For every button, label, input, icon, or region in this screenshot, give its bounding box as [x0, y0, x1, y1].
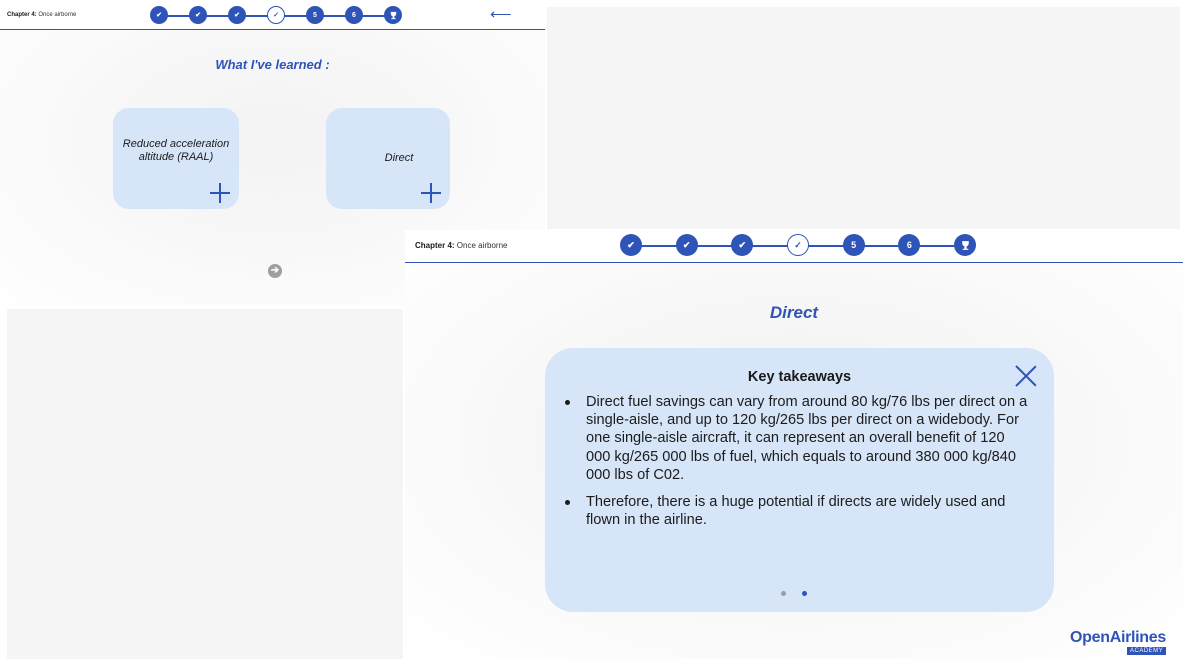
direct-panel: Chapter 4: Once airborne ✔ ✔ ✔ ✓ 5 6 Direct K…	[405, 230, 1183, 659]
list-item: Direct fuel savings can vary from around…	[562, 393, 1032, 484]
pagination-dot[interactable]	[781, 591, 786, 596]
logo-name: OpenAirlines	[1070, 629, 1166, 646]
screenshot-canvas: Chapter 4: Once airborne ✔ ✔ ✔ ✓ 5 6 ⟵ What I…	[0, 0, 1183, 659]
check-icon[interactable]: ✔	[150, 6, 168, 24]
check-icon[interactable]: ✔	[675, 234, 698, 256]
progress-stepper: ✔ ✔ ✔ ✓ 5 6	[620, 234, 976, 256]
step-number[interactable]: 6	[345, 6, 363, 24]
step-current-icon[interactable]: ✓	[787, 234, 809, 256]
plus-icon[interactable]	[210, 183, 230, 203]
blank-panel-bottom-left	[7, 309, 403, 659]
chapter-name: Once airborne	[456, 241, 508, 250]
trophy-icon[interactable]	[954, 234, 976, 256]
plus-icon[interactable]	[421, 183, 441, 203]
arrow-right-circle-icon[interactable]: ➔	[268, 264, 282, 278]
modal-heading: Key takeaways	[747, 369, 852, 385]
chapter-name: Once airborne	[38, 12, 77, 18]
arrow-left-icon[interactable]: ⟵	[490, 7, 512, 22]
page-title: What I've learned :	[215, 57, 330, 72]
page-title: Direct	[769, 303, 819, 322]
check-icon[interactable]: ✔	[731, 234, 754, 256]
check-icon[interactable]: ✔	[228, 6, 246, 24]
chapter-label: Chapter 4:	[415, 241, 455, 250]
learned-card-raal[interactable]: Reduced acceleration altitude (RAAL)	[113, 108, 239, 209]
learned-card-direct[interactable]: Direct	[326, 108, 450, 209]
takeaway-list: Direct fuel savings can vary from around…	[562, 393, 1032, 538]
chapter-label: Chapter 4:	[7, 12, 37, 18]
progress-stepper: ✔ ✔ ✔ ✓ 5 6	[150, 6, 402, 24]
pagination-dot-active[interactable]	[802, 591, 807, 596]
step-number[interactable]: 5	[842, 234, 865, 256]
list-item: Therefore, there is a huge potential if …	[562, 493, 1032, 529]
chapter-title: Chapter 4: Once airborne	[415, 241, 508, 250]
trophy-icon[interactable]	[384, 6, 402, 24]
chapter-title: Chapter 4: Once airborne	[7, 12, 76, 18]
key-takeaways-modal: Key takeaways Direct fuel savings can va…	[545, 348, 1054, 612]
step-number[interactable]: 5	[306, 6, 324, 24]
openairlines-logo: OpenAirlines ACADEMY	[1070, 629, 1180, 657]
top-bar: Chapter 4: Once airborne ✔ ✔ ✔ ✓ 5 6 ⟵	[0, 0, 545, 30]
step-current-icon[interactable]: ✓	[267, 6, 285, 24]
check-icon[interactable]: ✔	[189, 6, 207, 24]
card-label: Reduced acceleration altitude (RAAL)	[122, 138, 230, 163]
step-number[interactable]: 6	[898, 234, 921, 256]
card-label: Direct	[384, 152, 414, 164]
blank-panel-top-right	[547, 7, 1180, 229]
check-icon[interactable]: ✔	[620, 234, 642, 256]
top-bar: Chapter 4: Once airborne ✔ ✔ ✔ ✓ 5 6	[405, 230, 1183, 263]
logo-sub: ACADEMY	[1127, 647, 1167, 655]
close-icon[interactable]	[1015, 365, 1037, 387]
